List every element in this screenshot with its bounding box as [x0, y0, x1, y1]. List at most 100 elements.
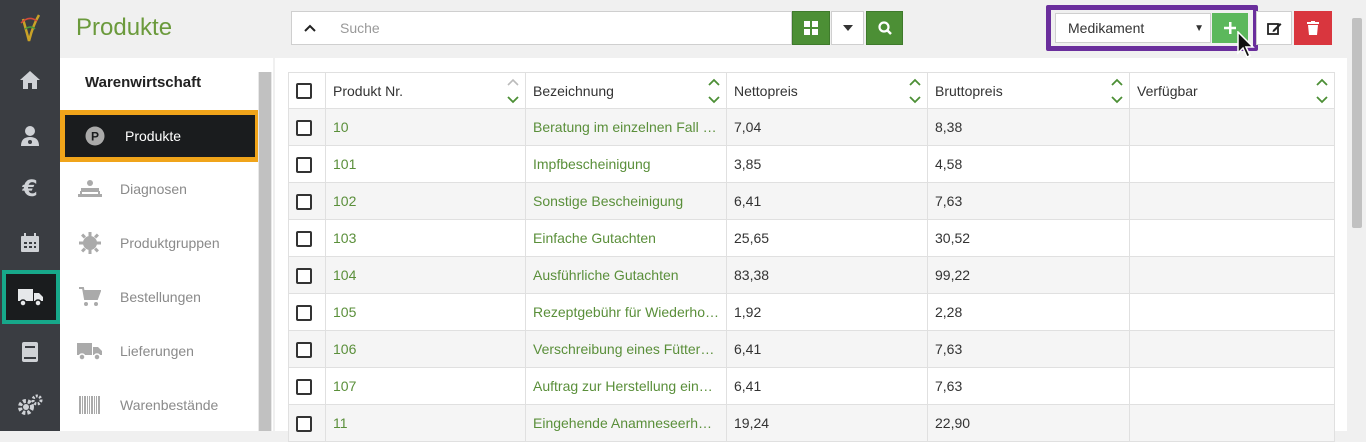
edit-button[interactable] [1256, 11, 1292, 45]
sort-icon[interactable] [1111, 77, 1123, 105]
top-bar: Produkte Medikament ▼ [60, 0, 1366, 59]
product-name[interactable]: Ausführliche Gutachten [525, 256, 727, 294]
sort-icon[interactable] [708, 77, 720, 105]
product-number[interactable]: 11 [325, 404, 526, 442]
subnav-item-produkte[interactable]: P Produkte [60, 110, 260, 162]
table-row[interactable]: 102 Sonstige Bescheinigung 6,41 7,63 [288, 182, 1335, 220]
availability [1129, 219, 1335, 257]
subnav-item-bestellungen[interactable]: Bestellungen [60, 272, 258, 322]
row-checkbox[interactable] [296, 230, 312, 247]
availability [1129, 293, 1335, 331]
row-select-cell [288, 219, 326, 257]
sort-icon[interactable] [507, 77, 519, 105]
row-checkbox[interactable] [296, 304, 312, 321]
table-row[interactable]: 106 Verschreibung eines Fütterungsarznei… [288, 330, 1335, 368]
euro-icon[interactable]: € [0, 162, 60, 216]
row-checkbox[interactable] [296, 341, 312, 358]
column-header-label: Nettopreis [734, 82, 798, 99]
table-row[interactable]: 104 Ausführliche Gutachten 83,38 99,22 [288, 256, 1335, 294]
column-header-bezeichnung[interactable]: Bezeichnung [525, 72, 727, 109]
collapse-button[interactable] [291, 11, 329, 45]
product-name[interactable]: Einfache Gutachten [525, 219, 727, 257]
subnav-heading: Warenwirtschaft [85, 74, 202, 91]
row-checkbox[interactable] [296, 119, 312, 136]
row-checkbox[interactable] [296, 378, 312, 395]
subnav-item-lieferungen[interactable]: Lieferungen [60, 326, 258, 376]
availability [1129, 182, 1335, 220]
select-all-cell [288, 72, 326, 109]
table-row[interactable]: 103 Einfache Gutachten 25,65 30,52 [288, 219, 1335, 257]
subnav-item-diagnosen[interactable]: Diagnosen [60, 164, 258, 214]
net-price: 83,38 [726, 256, 928, 294]
grid-icon [804, 21, 818, 35]
product-name[interactable]: Verschreibung eines Fütterungsarzneimitt… [525, 330, 727, 368]
page-scrollbar-thumb[interactable] [1352, 18, 1362, 228]
product-number[interactable]: 10 [325, 108, 526, 146]
product-name[interactable]: Beratung im einzelnen Fall ohne Untersuc… [525, 108, 727, 146]
row-checkbox[interactable] [296, 156, 312, 173]
subnav-item-label: Diagnosen [120, 181, 187, 197]
product-number[interactable]: 104 [325, 256, 526, 294]
book-icon[interactable] [0, 325, 60, 379]
barcode-icon [60, 396, 120, 414]
home-icon[interactable] [0, 53, 60, 107]
row-checkbox[interactable] [296, 267, 312, 284]
column-header-verfuegbar[interactable]: Verfügbar [1129, 72, 1335, 109]
product-number[interactable]: 101 [325, 145, 526, 183]
product-name[interactable]: Rezeptgebühr für Wiederholungsrezept [525, 293, 727, 331]
sort-icon[interactable] [1316, 77, 1328, 105]
availability [1129, 367, 1335, 405]
column-header-bruttopreis[interactable]: Bruttopreis [927, 72, 1130, 109]
product-number[interactable]: 102 [325, 182, 526, 220]
product-number[interactable]: 107 [325, 367, 526, 405]
truck-icon[interactable] [2, 270, 60, 324]
product-name[interactable]: Impfbescheinigung [525, 145, 727, 183]
availability [1129, 404, 1335, 442]
table-body: 10 Beratung im einzelnen Fall ohne Unter… [288, 108, 1335, 442]
row-select-cell [288, 367, 326, 405]
subnav-scrollbar[interactable] [258, 72, 272, 431]
product-name[interactable]: Auftrag zur Herstellung eines Arzneimitt… [525, 367, 727, 405]
net-price: 7,04 [726, 108, 928, 146]
select-all-checkbox[interactable] [296, 83, 312, 100]
net-price: 19,24 [726, 404, 928, 442]
row-select-cell [288, 256, 326, 294]
gross-price: 2,28 [927, 293, 1130, 331]
patients-icon[interactable] [0, 109, 60, 163]
sort-icon[interactable] [909, 77, 921, 105]
search-icon [877, 21, 892, 35]
gross-price: 8,38 [927, 108, 1130, 146]
column-header-produkt-nr[interactable]: Produkt Nr. [325, 72, 526, 109]
app-logo[interactable] [0, 0, 60, 55]
grid-view-button[interactable] [792, 11, 830, 45]
column-header-nettopreis[interactable]: Nettopreis [726, 72, 928, 109]
search-button[interactable] [866, 11, 903, 45]
table-header-row: Produkt Nr. Bezeichnung Nettopreis Brutt… [288, 72, 1335, 109]
subnav-item-label: Lieferungen [120, 343, 194, 359]
subnav-item-produktgruppen[interactable]: Produktgruppen [60, 218, 258, 268]
diagnosis-icon [60, 179, 120, 199]
table-row[interactable]: 105 Rezeptgebühr für Wiederholungsrezept… [288, 293, 1335, 331]
subnav-item-warenbestaende[interactable]: Warenbestände [60, 380, 258, 430]
view-dropdown-button[interactable] [831, 11, 864, 45]
calendar-icon[interactable] [0, 216, 60, 270]
page-scrollbar[interactable] [1347, 0, 1366, 431]
settings-icon[interactable] [0, 378, 60, 432]
product-name[interactable]: Eingehende Anamneseerhebung [525, 404, 727, 442]
delete-button[interactable] [1294, 11, 1332, 45]
subnav-scrollbar-thumb[interactable] [259, 72, 271, 431]
table-row[interactable]: 10 Beratung im einzelnen Fall ohne Unter… [288, 108, 1335, 146]
product-number[interactable]: 103 [325, 219, 526, 257]
table-row[interactable]: 101 Impfbescheinigung 3,85 4,58 [288, 145, 1335, 183]
search-input[interactable] [328, 11, 792, 45]
availability [1129, 330, 1335, 368]
row-checkbox[interactable] [296, 415, 312, 432]
table-row[interactable]: 11 Eingehende Anamneseerhebung 19,24 22,… [288, 404, 1335, 442]
product-name[interactable]: Sonstige Bescheinigung [525, 182, 727, 220]
row-checkbox[interactable] [296, 193, 312, 210]
product-number[interactable]: 106 [325, 330, 526, 368]
product-type-select[interactable]: Medikament ▼ [1055, 13, 1211, 43]
net-price: 6,41 [726, 367, 928, 405]
table-row[interactable]: 107 Auftrag zur Herstellung eines Arznei… [288, 367, 1335, 405]
product-number[interactable]: 105 [325, 293, 526, 331]
